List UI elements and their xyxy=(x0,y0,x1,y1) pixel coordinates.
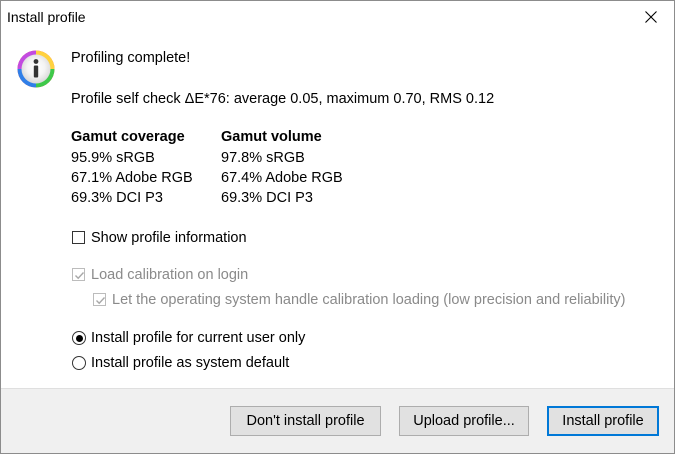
coverage-dci-p3: 69.3% DCI P3 xyxy=(71,190,163,206)
gamut-coverage-header: Gamut coverage xyxy=(71,129,185,145)
install-system-default-radio[interactable] xyxy=(72,356,86,370)
checkmark-icon xyxy=(96,297,106,305)
install-system-default-label[interactable]: Install profile as system default xyxy=(91,355,289,371)
os-handle-calibration-checkbox[interactable] xyxy=(93,293,106,306)
title-bar: Install profile xyxy=(1,1,674,33)
gamut-volume-header: Gamut volume xyxy=(221,129,322,145)
volume-dci-p3: 69.3% DCI P3 xyxy=(221,190,313,206)
button-bar: Don't install profile Upload profile... … xyxy=(1,388,674,453)
coverage-adobe-rgb: 67.1% Adobe RGB xyxy=(71,170,193,186)
show-profile-info-checkbox[interactable] xyxy=(72,231,85,244)
close-icon xyxy=(645,11,657,23)
coverage-srgb: 95.9% sRGB xyxy=(71,150,155,166)
info-icon xyxy=(17,50,55,88)
radio-selected-dot xyxy=(75,334,83,342)
install-profile-dialog: Install profile Profiling complete! Prof… xyxy=(0,0,675,454)
close-button[interactable] xyxy=(628,1,674,33)
load-calibration-label[interactable]: Load calibration on login xyxy=(91,267,248,283)
upload-profile-button[interactable]: Upload profile... xyxy=(399,406,529,436)
os-handle-calibration-label[interactable]: Let the operating system handle calibrat… xyxy=(112,292,625,308)
volume-adobe-rgb: 67.4% Adobe RGB xyxy=(221,170,343,186)
show-profile-info-label[interactable]: Show profile information xyxy=(91,230,247,246)
load-calibration-checkbox[interactable] xyxy=(72,268,85,281)
dont-install-profile-button[interactable]: Don't install profile xyxy=(230,406,381,436)
checkmark-icon xyxy=(75,272,85,280)
install-current-user-radio[interactable] xyxy=(72,331,86,345)
volume-srgb: 97.8% sRGB xyxy=(221,150,305,166)
profiling-complete-heading: Profiling complete! xyxy=(71,50,191,66)
window-title: Install profile xyxy=(7,9,86,25)
install-profile-button[interactable]: Install profile xyxy=(547,406,659,436)
install-current-user-label[interactable]: Install profile for current user only xyxy=(91,330,305,346)
self-check-text: Profile self check ΔE*76: average 0.05, … xyxy=(71,91,495,107)
